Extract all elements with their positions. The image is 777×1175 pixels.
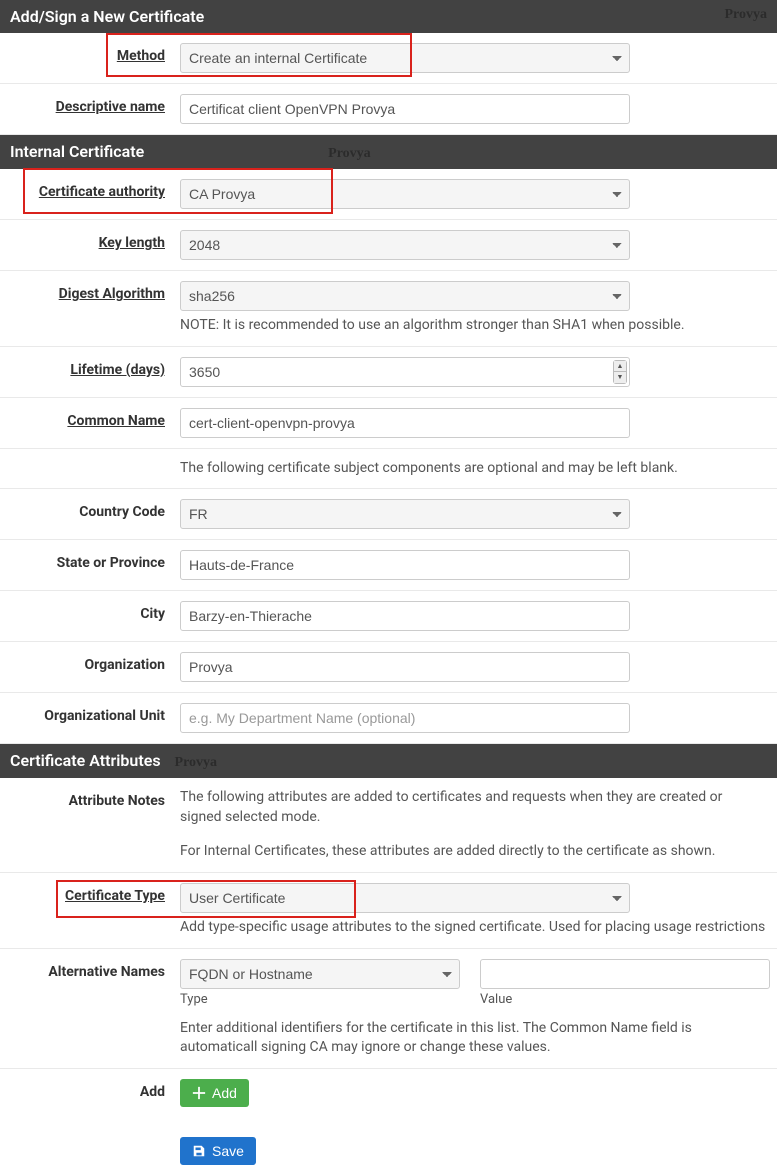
state-input[interactable] [180,550,630,580]
label-digest: Digest Algorithm [0,281,180,302]
label-ou: Organizational Unit [0,703,180,724]
save-icon [192,1144,206,1158]
label-common-name: Common Name [0,408,180,429]
common-name-input[interactable] [180,408,630,438]
org-input[interactable] [180,652,630,682]
label-add: Add [0,1079,180,1100]
alt-names-type-label: Type [180,992,460,1007]
digest-note: NOTE: It is recommended to use an algori… [180,316,767,336]
label-attr-notes: Attribute Notes [0,788,180,809]
descriptive-name-input[interactable] [180,94,630,124]
key-length-select[interactable]: 2048 [180,230,630,260]
country-select[interactable]: FR [180,499,630,529]
cert-type-select[interactable]: User Certificate [180,883,630,913]
city-input[interactable] [180,601,630,631]
panel-title: Add/Sign a New Certificate [10,7,204,26]
panel-header-add-sign: Add/Sign a New Certificate Provya [0,0,777,33]
plus-icon [192,1086,206,1100]
label-cert-type: Certificate Type [0,883,180,904]
attr-notes-2: For Internal Certificates, these attribu… [180,842,767,862]
label-city: City [0,601,180,622]
panel-title: Internal Certificate [10,142,144,161]
label-empty [0,459,180,464]
label-country: Country Code [0,499,180,520]
attr-notes-1: The following attributes are added to ce… [180,788,767,827]
alt-names-note: Enter additional identifiers for the cer… [180,1019,770,1058]
digest-select[interactable]: sha256 [180,281,630,311]
ou-input[interactable] [180,703,630,733]
ca-select[interactable]: CA Provya [180,179,630,209]
lifetime-spinner[interactable]: ▲▼ [613,360,627,384]
alt-names-value-input[interactable] [480,959,770,989]
alt-names-value-label: Value [480,992,770,1007]
label-descriptive-name: Descriptive name [0,94,180,115]
save-button-label: Save [212,1143,244,1159]
watermark: Provya [724,7,767,23]
watermark: Provya [175,755,218,770]
label-ca: Certificate authority [0,179,180,200]
watermark: Provya [328,146,371,161]
cert-type-note: Add type-specific usage attributes to th… [180,918,767,938]
method-select[interactable]: Create an internal Certificate [180,43,630,73]
label-lifetime: Lifetime (days) [0,357,180,378]
label-key-length: Key length [0,230,180,251]
subject-note: The following certificate subject compon… [180,459,767,479]
panel-header-internal: Internal Certificate Provya [0,135,777,169]
label-alt-names: Alternative Names [0,959,180,980]
panel-header-attributes: Certificate Attributes Provya [0,744,777,778]
add-button-label: Add [212,1085,237,1101]
panel-title: Certificate Attributes [10,751,161,770]
label-method: Method [0,43,180,64]
save-button[interactable]: Save [180,1137,256,1165]
label-empty [0,1137,180,1142]
add-button[interactable]: Add [180,1079,249,1107]
alt-names-type-select[interactable]: FQDN or Hostname [180,959,460,989]
label-state: State or Province [0,550,180,571]
lifetime-input[interactable] [180,357,630,387]
label-org: Organization [0,652,180,673]
